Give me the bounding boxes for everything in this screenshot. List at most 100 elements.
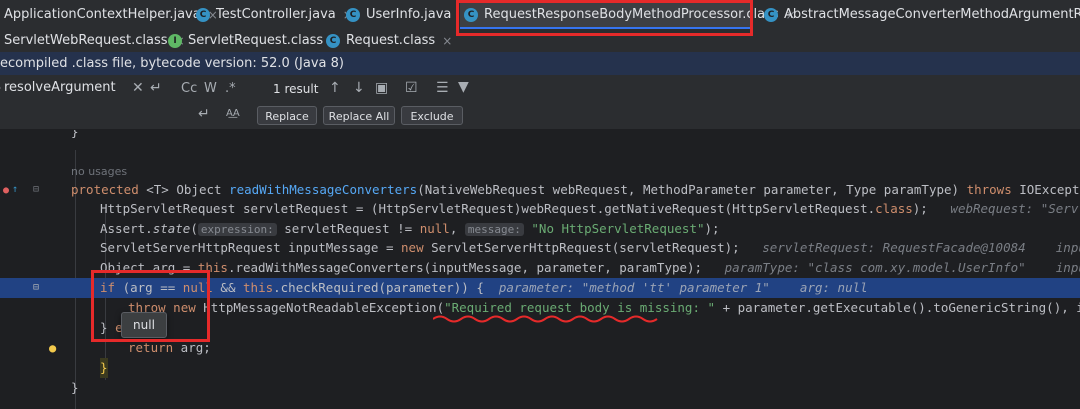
tab-servlet-request[interactable]: I ServletRequest.class × [164, 29, 340, 52]
code-text: .readWithMessageConverters(inputMessage,… [227, 260, 703, 275]
code-line-signature: ● ↑ ⊟ protected <T> Object readWithMessa… [0, 180, 1080, 200]
code-text: } [100, 320, 116, 335]
clear-icon[interactable]: ✕ [132, 80, 144, 96]
match-case-toggle[interactable]: Cc [181, 81, 197, 96]
code-text: ServletServerHttpRequest(servletRequest)… [423, 240, 740, 255]
preserve-case-toggle[interactable]: A͟A [226, 108, 240, 119]
class-icon: C [196, 7, 210, 22]
code-line-current-execution: ⊟ if (arg == null && this.checkRequired(… [0, 278, 1080, 298]
code-text: ( [190, 221, 198, 236]
matching-brace: } [100, 358, 108, 378]
string-literal: "No HttpServletRequest" [523, 221, 705, 236]
editor-tabs-row-2: ServletWebRequest.class × I ServletReque… [0, 29, 1080, 53]
code-text: <T> Object [138, 182, 230, 197]
code-text: ); [704, 221, 720, 236]
tab-servlet-web-request[interactable]: ServletWebRequest.class × [0, 29, 185, 52]
debug-value-hint: paramType: "class com.xy.model.UserInfo"… [724, 260, 1080, 275]
code-text: , [449, 221, 465, 236]
interface-icon: I [168, 33, 182, 48]
prev-occurrence-icon[interactable]: ↑ [329, 80, 341, 96]
banner-text: ecompiled .class file, bytecode version:… [0, 56, 344, 71]
code-line-8: ● return arg; [0, 338, 1080, 358]
whole-word-toggle[interactable]: W [204, 81, 217, 96]
usages-hint-line: no usages [0, 162, 1080, 182]
class-icon: C [764, 7, 778, 22]
exclude-button[interactable]: Exclude [401, 106, 463, 125]
tab-application-context-helper[interactable]: ApplicationContextHelper.java × [0, 0, 218, 29]
class-icon: C [464, 7, 478, 22]
code-line-2: Assert.state(expression: servletRequest … [0, 219, 1080, 239]
keyword: protected [71, 182, 139, 197]
debug-value-tooltip: null [121, 312, 167, 338]
replace-newline-icon[interactable]: ↵ [198, 106, 210, 122]
code-text: (arg == [115, 280, 183, 295]
keyword: throws [966, 182, 1012, 197]
method-name: state [152, 221, 191, 236]
code-text: } [71, 380, 79, 395]
filter-icon[interactable]: ▼ [458, 79, 469, 95]
find-replace-bar: ⌕ resolveArgument ✕ ↵ Cc W .* ↵ A͟A 1 re… [0, 75, 1080, 130]
close-icon[interactable]: × [442, 34, 452, 48]
code-line-3: ServletServerHttpRequest inputMessage = … [0, 238, 1080, 258]
code-text: Assert. [100, 221, 153, 236]
select-all-occurrences-icon[interactable]: ▣ [375, 80, 388, 96]
tab-request-response-body-method-processor[interactable]: C RequestResponseBodyMethodProcessor.cla… [460, 0, 796, 29]
code-text: Object arg = [100, 260, 198, 275]
method-name: readWithMessageConverters [229, 182, 418, 197]
tab-label: UserInfo.java [366, 7, 452, 22]
debug-value-hint: servletRequest: RequestFacade@10084 inpu… [762, 240, 1080, 255]
replace-all-button[interactable]: Replace All [323, 106, 395, 125]
param-hint: message: [464, 223, 524, 236]
breakpoint-icon[interactable]: ● [3, 181, 9, 201]
debug-value-hint: webRequest: "ServletWebRe [950, 201, 1080, 216]
tab-test-controller[interactable]: C TestController.java × [192, 0, 353, 29]
filter-search-results-icon[interactable]: ☑ [405, 80, 418, 96]
code-line-4: Object arg = this.readWithMessageConvert… [0, 258, 1080, 278]
code-text: IOException, Ht [1019, 182, 1080, 197]
tab-label: RequestResponseBodyMethodProcessor.class [484, 7, 779, 22]
keyword: null [419, 221, 450, 236]
fold-icon[interactable]: ⊟ [33, 180, 39, 200]
tab-label: AbstractMessageConverterMethodArgumentRe… [784, 7, 1080, 22]
code-line-1: HttpServletRequest servletRequest = (Htt… [0, 199, 1080, 219]
newline-icon[interactable]: ↵ [150, 80, 162, 96]
code-text: HttpServletRequest servletRequest = (Htt… [100, 201, 876, 216]
keyword: this [243, 280, 274, 295]
replace-button[interactable]: Replace [257, 106, 317, 125]
class-icon: C [346, 7, 360, 22]
multiline-icon[interactable]: ☰ [436, 80, 449, 96]
search-icon: ⌕ [0, 80, 2, 96]
tab-label: Request.class [346, 33, 436, 48]
code-editor[interactable]: } no usages ● ↑ ⊟ protected <T> Object r… [0, 130, 1080, 409]
fold-icon[interactable]: ⊟ [33, 278, 39, 298]
next-occurrence-icon[interactable]: ↓ [353, 80, 365, 96]
editor-tabs-row-1: ApplicationContextHelper.java × C TestCo… [0, 0, 1080, 30]
keyword: return [128, 340, 174, 355]
tab-abstract-message-converter[interactable]: C AbstractMessageConverterMethodArgument… [760, 0, 1080, 29]
keyword: this [197, 260, 228, 275]
keyword: if [100, 280, 116, 295]
tab-label: TestController.java [216, 7, 336, 22]
code-line-10: } [0, 378, 1080, 398]
param-hint: expression: [197, 223, 277, 236]
keyword: null [182, 280, 213, 295]
class-icon: C [326, 33, 340, 48]
regex-toggle[interactable]: .* [225, 81, 236, 96]
tab-request[interactable]: C Request.class × [322, 29, 462, 52]
code-text: } [71, 130, 79, 139]
code-text: (NativeWebRequest webRequest, MethodPara… [417, 182, 967, 197]
annotation-squiggle [433, 315, 658, 323]
debug-value-hint: parameter: "method 'tt' parameter 1" arg… [498, 280, 868, 295]
override-icon[interactable]: ↑ [12, 180, 18, 200]
tab-user-info[interactable]: C UserInfo.java × [342, 0, 468, 29]
tab-label: ServletWebRequest.class [4, 33, 168, 48]
decompiled-banner: ecompiled .class file, bytecode version:… [0, 52, 1080, 75]
code-text: ); [912, 201, 928, 216]
code-line: } [0, 130, 1080, 142]
lightbulb-icon[interactable]: ● [49, 338, 56, 358]
code-line-9: } [0, 358, 1080, 378]
keyword: new [165, 300, 196, 315]
tab-label: ServletRequest.class [188, 33, 324, 48]
search-input[interactable]: resolveArgument [4, 80, 116, 95]
code-text: && [212, 280, 244, 295]
